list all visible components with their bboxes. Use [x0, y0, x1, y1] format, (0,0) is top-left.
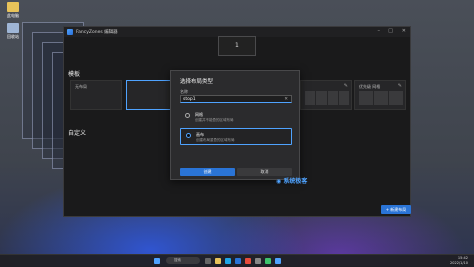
section-custom: 自定义: [68, 130, 87, 137]
edit-icon[interactable]: ✎: [398, 83, 402, 89]
edit-icon[interactable]: ✎: [344, 83, 348, 89]
app-icon[interactable]: [265, 258, 271, 264]
new-layout-button[interactable]: + 新建布局: [381, 205, 411, 214]
grid-preview: [359, 91, 403, 105]
app-logo-icon: [67, 29, 73, 35]
task-view-icon[interactable]: [205, 258, 211, 264]
choose-layout-type-dialog: 选择布局类型 名称 stop1 ✕ 网格 创建并不能叠的区域布局 画布 创建布局…: [170, 70, 300, 180]
layout-card-grid[interactable]: ✎: [300, 80, 352, 110]
powertoys-icon[interactable]: [275, 258, 281, 264]
option-canvas[interactable]: 画布 创建布局重叠的区域布局: [180, 128, 292, 145]
dialog-title: 选择布局类型: [180, 79, 214, 85]
option-description: 创建布局重叠的区域布局: [196, 138, 235, 142]
edge-icon[interactable]: [225, 258, 231, 264]
layout-name-value: stop1: [183, 97, 196, 102]
computer-icon: [7, 2, 19, 12]
file-explorer-icon[interactable]: [215, 258, 221, 264]
recycle-bin-icon: [7, 23, 19, 33]
grid-preview: [305, 91, 349, 105]
close-icon[interactable]: ✕: [402, 28, 406, 34]
clock-date: 2022/1/10: [450, 260, 468, 265]
option-description: 创建并不能叠的区域布局: [195, 118, 234, 122]
desktop-icon-label: 此电脑: [7, 13, 19, 18]
monitor-number: 1: [235, 42, 239, 49]
settings-icon[interactable]: [255, 258, 261, 264]
store-icon[interactable]: [235, 258, 241, 264]
layout-name-input[interactable]: stop1 ✕: [180, 95, 292, 103]
section-templates: 模板: [68, 71, 81, 78]
watermark: ◉ 系统极客: [276, 176, 307, 185]
layout-card-priority-grid[interactable]: 优先级 网格 ✎: [354, 80, 406, 110]
desktop-icon-recycle-bin[interactable]: 回收站: [3, 23, 23, 40]
layout-card-no-layout[interactable]: 无布局: [70, 80, 122, 110]
system-clock[interactable]: 15:42 2022/1/10: [450, 256, 468, 265]
radio-button-grid[interactable]: [185, 113, 190, 118]
chrome-icon[interactable]: [245, 258, 251, 264]
minimize-icon[interactable]: –: [378, 28, 381, 34]
desktop-icon-label: 回收站: [7, 34, 19, 39]
taskbar-search[interactable]: 搜索: [166, 257, 200, 264]
layout-card-label: 优先级 网格: [359, 84, 381, 89]
taskbar: 搜索 15:42 2022/1/10: [0, 254, 474, 267]
layout-card-label: 无布局: [75, 84, 87, 89]
start-icon[interactable]: [154, 258, 160, 264]
create-button[interactable]: 创建: [180, 168, 235, 176]
cancel-button[interactable]: 取消: [237, 168, 292, 176]
maximize-icon[interactable]: □: [388, 28, 393, 34]
radio-button-canvas[interactable]: [186, 133, 191, 138]
option-grid[interactable]: 网格 创建并不能叠的区域布局: [180, 109, 292, 126]
search-placeholder: 搜索: [174, 258, 181, 262]
watermark-logo-icon: ◉: [276, 178, 282, 185]
watermark-text: 系统极客: [283, 178, 308, 185]
desktop-icon-this-pc[interactable]: 此电脑: [3, 2, 23, 19]
clear-input-icon[interactable]: ✕: [284, 96, 288, 103]
window-title: FancyZones 编辑器: [76, 30, 118, 35]
monitor-selector[interactable]: 1: [218, 36, 256, 56]
